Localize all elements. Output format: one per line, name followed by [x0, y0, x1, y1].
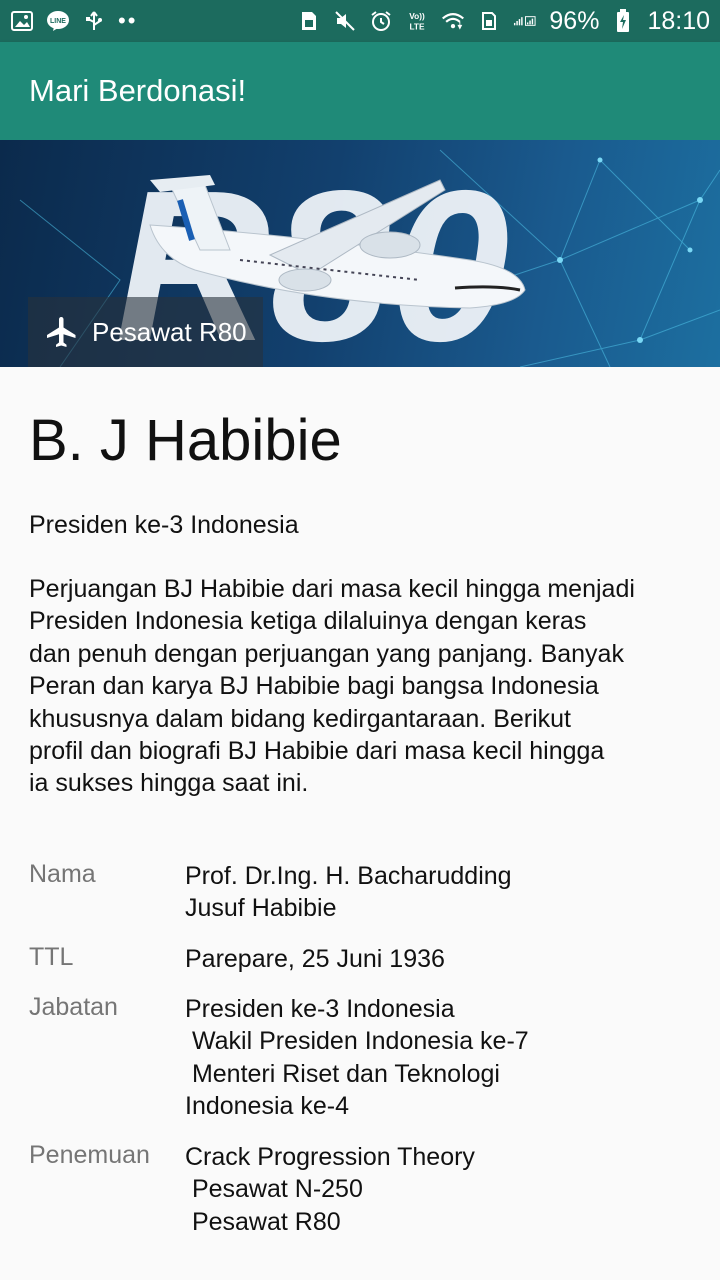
description-line: dan penuh dengan perjuangan yang panjang… [29, 639, 624, 668]
info-value-line: Indonesia ke-4 [185, 1092, 350, 1121]
signal-icon [513, 9, 537, 33]
image-icon [10, 9, 34, 33]
hero-caption: Pesawat R80 [28, 297, 263, 367]
info-value-line: Wakil Presiden Indonesia ke-7 [185, 1027, 529, 1056]
info-value-line: Pesawat N-250 [185, 1175, 363, 1204]
app-title: Mari Berdonasi! [29, 73, 247, 108]
description-line: Presiden Indonesia ketiga dilaluinya den… [29, 607, 587, 636]
volte-icon: Vo)) LTE [405, 9, 429, 33]
mute-icon [333, 9, 357, 33]
info-value-line: Jusuf Habibie [185, 894, 337, 923]
line-icon: LINE [46, 9, 70, 33]
app-bar: Mari Berdonasi! [0, 42, 720, 140]
info-value-line: Prof. Dr.Ing. H. Bacharudding [185, 862, 512, 890]
svg-text:LINE: LINE [50, 18, 66, 25]
profile-description: Perjuangan BJ Habibie dari masa kecil hi… [29, 573, 691, 800]
usb-icon [82, 9, 106, 33]
clock: 18:10 [647, 6, 710, 35]
description-line: profil dan biografi BJ Habibie dari masa… [29, 737, 605, 766]
airplane-icon [44, 314, 80, 350]
sim-icon [297, 9, 321, 33]
info-label: Jabatan [29, 993, 118, 1021]
hero-caption-text: Pesawat R80 [92, 316, 247, 347]
alarm-icon [369, 9, 393, 33]
info-value: Presiden ke-3 Indonesia Wakil Presiden I… [185, 993, 529, 1123]
info-value-line: Pesawat R80 [185, 1207, 341, 1236]
battery-icon [611, 9, 635, 33]
info-value-line: Parepare, 25 Juni 1936 [185, 945, 445, 973]
info-value-line: Menteri Riset dan Teknologi [185, 1059, 500, 1088]
status-bar: LINE •• Vo)) LTE 96% 18:10 [0, 0, 720, 42]
description-line: khususnya dalam bidang kedirgantaraan. B… [29, 704, 572, 733]
info-value-line: Crack Progression Theory [185, 1143, 475, 1171]
info-label: Nama [29, 860, 96, 888]
info-value: Parepare, 25 Juni 1936 [185, 943, 445, 975]
battery-percent: 96% [549, 6, 600, 35]
svg-text:LTE: LTE [410, 21, 426, 31]
info-value: Crack Progression Theory Pesawat N-250 P… [185, 1141, 475, 1238]
info-value-line: Presiden ke-3 Indonesia [185, 995, 455, 1023]
info-label: Penemuan [29, 1141, 150, 1169]
status-bar-right: Vo)) LTE 96% 18:10 [297, 7, 710, 36]
data-icon [477, 9, 501, 33]
profile-name: B. J Habibie [29, 408, 342, 473]
info-label: TTL [29, 943, 74, 971]
info-value: Prof. Dr.Ing. H. Bacharudding Jusuf Habi… [185, 860, 512, 925]
description-line: Peran dan karya BJ Habibie bagi bangsa I… [29, 672, 599, 701]
wifi-icon [441, 9, 465, 33]
profile-subtitle: Presiden ke-3 Indonesia [29, 511, 299, 539]
description-line: ia sukses hingga saat ini. [29, 769, 309, 798]
status-bar-left: LINE •• [10, 8, 137, 34]
description-line: Perjuangan BJ Habibie dari masa kecil hi… [29, 575, 635, 603]
svg-text:Vo)): Vo)) [410, 11, 426, 21]
more-dots: •• [118, 8, 138, 33]
